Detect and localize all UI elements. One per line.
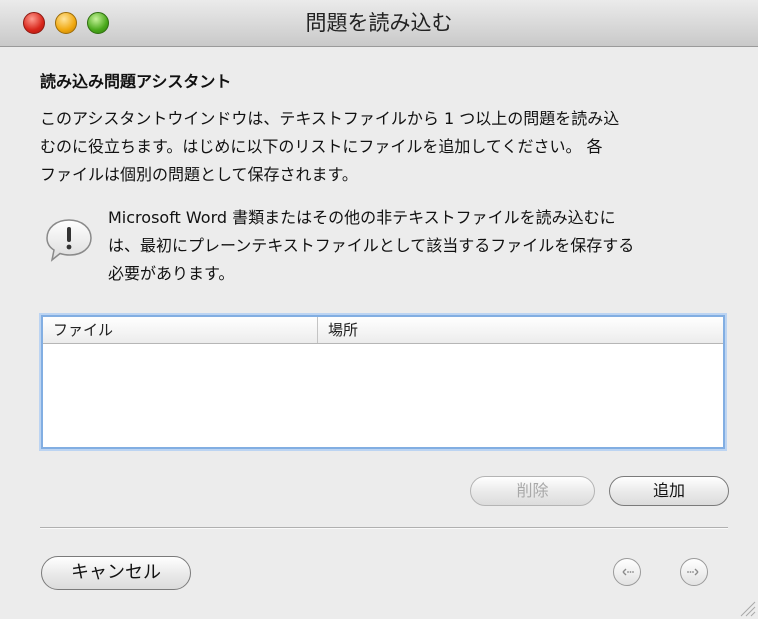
back-arrow-icon[interactable]	[613, 558, 641, 586]
import-problems-window: 問題を読み込む 読み込み問題アシスタント このアシスタントウインドウは、テキスト…	[0, 0, 758, 619]
delete-button[interactable]: 削除	[470, 476, 595, 506]
note-line: Microsoft Word 書類またはその他の非テキストファイルを読み込むに	[108, 208, 616, 227]
intro-line: このアシスタントウインドウは、テキストファイルから 1 つ以上の問題を読み込	[40, 109, 620, 128]
exclamation-speech-bubble-icon	[46, 219, 92, 262]
title-bar[interactable]: 問題を読み込む	[0, 0, 758, 47]
file-list-table[interactable]: ファイル 場所	[41, 315, 725, 449]
forward-arrow-glyph	[687, 568, 699, 576]
intro-line: むのに役立ちます。はじめに以下のリストにファイルを追加してください。 各	[40, 137, 603, 156]
note-line: 必要があります。	[108, 264, 235, 283]
resize-grip-icon[interactable]	[736, 597, 756, 617]
cancel-button[interactable]: キャンセル	[41, 556, 191, 590]
window-title: 問題を読み込む	[305, 11, 453, 35]
note-line: は、最初にプレーンテキストファイルとして該当するファイルを保存する	[108, 236, 635, 255]
file-list-header: ファイル 場所	[43, 317, 723, 344]
column-header-location[interactable]: 場所	[318, 317, 723, 343]
forward-arrow-icon[interactable]	[680, 558, 708, 586]
intro-line: ファイルは個別の問題として保存されます。	[40, 165, 358, 184]
assistant-intro: このアシスタントウインドウは、テキストファイルから 1 つ以上の問題を読み込 む…	[40, 105, 730, 189]
column-header-file[interactable]: ファイル	[43, 317, 318, 343]
back-arrow-glyph	[622, 568, 634, 576]
divider	[40, 527, 728, 529]
assistant-heading: 読み込み問題アシスタント	[40, 72, 232, 91]
add-button[interactable]: 追加	[609, 476, 729, 506]
conversion-note: Microsoft Word 書類またはその他の非テキストファイルを読み込むに …	[108, 204, 738, 288]
